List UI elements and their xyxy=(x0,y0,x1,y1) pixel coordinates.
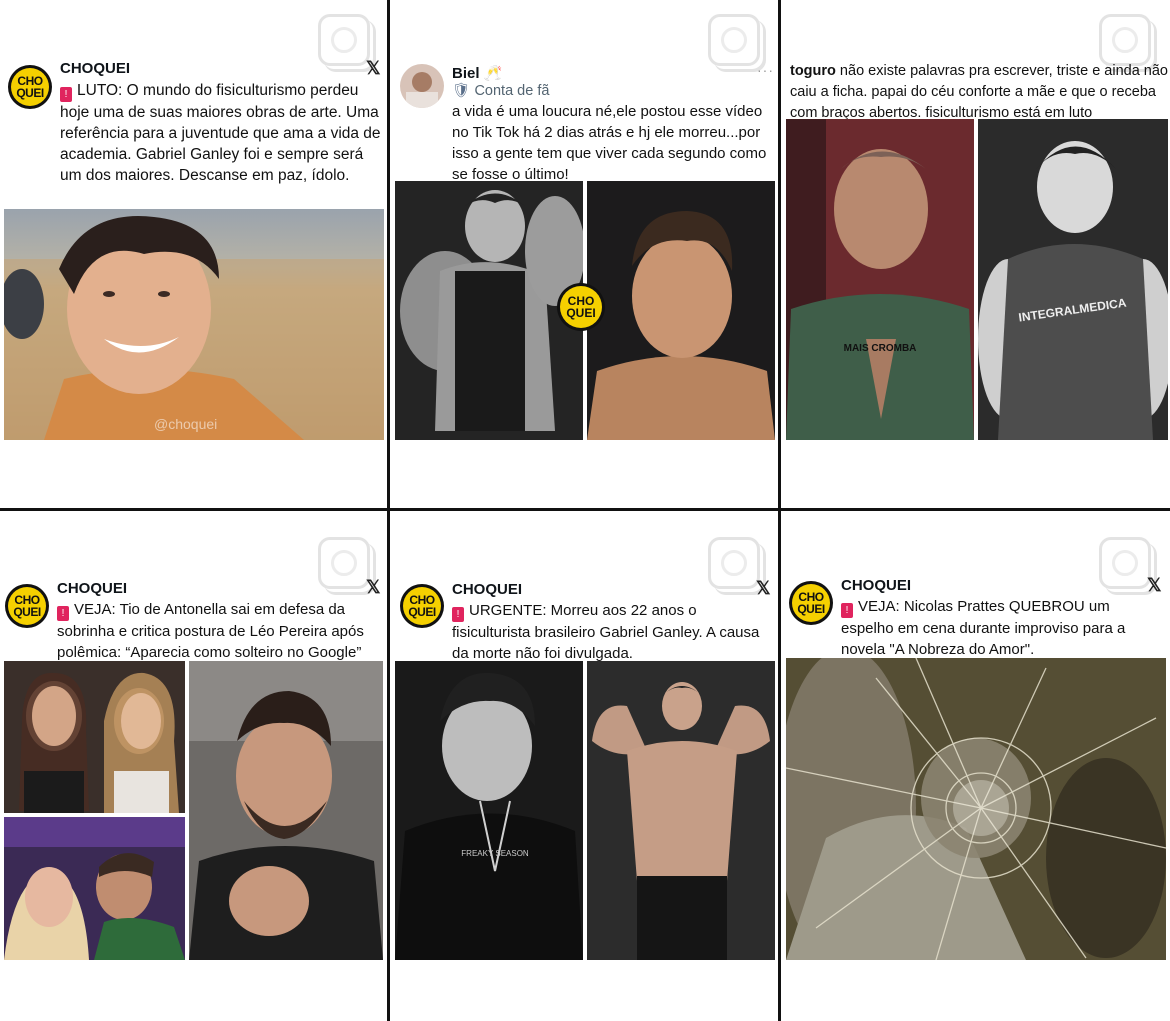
post-image-right[interactable]: INTEGRALMEDICA xyxy=(978,119,1168,440)
post-text: a vida é uma loucura né,ele postou esse … xyxy=(452,103,767,183)
post-text: ! URGENTE: Morreu aos 22 anos o fisicultu… xyxy=(452,602,760,662)
post-text: toguro não existe palavras pra escrever,… xyxy=(790,63,1168,121)
post-image[interactable] xyxy=(786,658,1166,960)
alert-badge-icon: ! xyxy=(841,603,853,618)
post-card-5[interactable]: CHO QUEI CHOQUEI 𝕏 ! URGENTE: Morreu aos 2… xyxy=(390,511,778,1021)
post-text: ! VEJA: Tio de Antonella sai em defesa da… xyxy=(57,601,364,661)
instagram-icon xyxy=(318,14,370,66)
post-card-4[interactable]: CHO QUEI CHOQUEI 𝕏 ! VEJA: Tio de Antonell… xyxy=(0,511,387,1021)
post-image-left[interactable]: FREAKY SEASON xyxy=(395,661,583,960)
author-name[interactable]: CHOQUEI xyxy=(452,581,522,598)
post-image-right[interactable] xyxy=(189,661,383,960)
alert-badge-icon: ! xyxy=(57,606,69,621)
choquei-logo: CHO QUEI xyxy=(557,283,605,331)
instagram-icon xyxy=(318,537,370,589)
post-image-left[interactable] xyxy=(395,181,583,440)
avatar[interactable]: CHO QUEI xyxy=(8,65,52,109)
post-image-right[interactable] xyxy=(587,181,775,440)
x-logo-icon[interactable]: 𝕏 xyxy=(366,577,381,598)
avatar[interactable] xyxy=(400,64,444,108)
author-name[interactable]: CHOQUEI xyxy=(841,577,911,594)
post-image-bottom-left[interactable] xyxy=(4,817,185,960)
post-text: ! LUTO: O mundo do fisiculturismo perdeu … xyxy=(60,82,381,184)
alert-badge-icon: ! xyxy=(60,87,72,102)
avatar[interactable]: CHO QUEI xyxy=(400,584,444,628)
instagram-icon xyxy=(708,14,760,66)
post-image-right[interactable] xyxy=(587,661,775,960)
more-menu-icon[interactable]: ··· xyxy=(757,62,774,78)
instagram-icon xyxy=(1099,14,1151,66)
fan-account-label: 🛡 Conta de fã xyxy=(452,83,550,99)
instagram-icon xyxy=(708,537,760,589)
alert-badge-icon: ! xyxy=(452,607,464,622)
avatar[interactable]: CHO QUEI xyxy=(789,581,833,625)
x-logo-icon[interactable]: 𝕏 xyxy=(756,578,771,599)
post-card-6[interactable]: CHO QUEI CHOQUEI 𝕏 ! VEJA: Nicolas Prattes… xyxy=(781,511,1170,1021)
post-card-1[interactable]: CHO QUEI CHOQUEI 𝕏 ! LUTO: O mundo do fisi… xyxy=(0,0,387,508)
author-name[interactable]: CHOQUEI xyxy=(57,580,127,597)
author-name[interactable]: Biel 🥂 xyxy=(452,64,502,82)
post-card-3[interactable]: toguro não existe palavras pra escrever,… xyxy=(781,0,1170,508)
collage-grid: CHO QUEI CHOQUEI 𝕏 ! LUTO: O mundo do fisi… xyxy=(0,0,1170,1021)
watermark: @choquei xyxy=(154,416,218,432)
shirt-text: MAIS CROMBA xyxy=(844,343,917,354)
shirt-text: FREAKY SEASON xyxy=(461,849,529,858)
post-card-2[interactable]: Biel 🥂 ··· 🛡 Conta de fã a vida é uma lo… xyxy=(390,0,778,508)
post-image[interactable]: @choquei xyxy=(4,209,384,440)
shield-icon: 🛡 xyxy=(452,83,471,99)
post-image-top-left[interactable] xyxy=(4,661,185,813)
author-name[interactable]: CHOQUEI xyxy=(60,60,130,77)
x-logo-icon[interactable]: 𝕏 xyxy=(1147,575,1162,596)
x-logo-icon[interactable]: 𝕏 xyxy=(366,58,381,79)
instagram-icon xyxy=(1099,537,1151,589)
post-text: ! VEJA: Nicolas Prattes QUEBROU um espelh… xyxy=(841,598,1126,658)
post-image-left[interactable]: MAIS CROMBA xyxy=(786,119,974,440)
avatar[interactable]: CHO QUEI xyxy=(5,584,49,628)
